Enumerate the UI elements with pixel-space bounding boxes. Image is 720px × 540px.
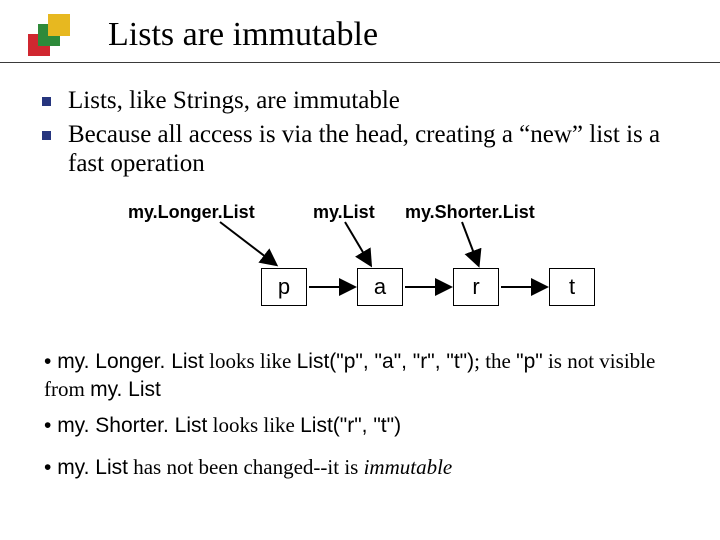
label-my-list: my.List bbox=[313, 202, 375, 223]
list-diagram: my.Longer.List my.List my.Shorter.List p… bbox=[0, 198, 720, 328]
bullet-square-icon bbox=[42, 131, 51, 140]
slide: Lists are immutable Lists, like Strings,… bbox=[0, 0, 720, 540]
bullet-item: Lists, like Strings, are immutable bbox=[34, 86, 682, 116]
plain-text: has not been changed--it is bbox=[128, 455, 364, 479]
title-underline bbox=[0, 62, 720, 63]
label-longer-list: my.Longer.List bbox=[128, 202, 255, 223]
note-line: • my. List has not been changed--it is i… bbox=[44, 454, 676, 482]
bullet-list: Lists, like Strings, are immutable Becau… bbox=[34, 86, 682, 183]
list-node: a bbox=[357, 268, 403, 306]
list-node: p bbox=[261, 268, 307, 306]
plain-text: looks like bbox=[207, 413, 300, 437]
code-text: my. List bbox=[57, 456, 128, 479]
slide-title: Lists are immutable bbox=[108, 16, 378, 54]
notes: • my. Longer. List looks like List("p", … bbox=[44, 348, 676, 490]
label-shorter-list: my.Shorter.List bbox=[405, 202, 535, 223]
code-text: my. Shorter. List bbox=[57, 414, 207, 437]
code-text: my. Longer. List bbox=[57, 350, 204, 373]
plain-text: looks like bbox=[204, 349, 297, 373]
bullet-dot: • bbox=[44, 350, 57, 373]
bullet-item: Because all access is via the head, crea… bbox=[34, 120, 682, 179]
list-node: t bbox=[549, 268, 595, 306]
bullet-dot: • bbox=[44, 414, 57, 437]
bullet-square-icon bbox=[42, 97, 51, 106]
code-text: my. List bbox=[90, 378, 161, 401]
italic-text: immutable bbox=[364, 455, 453, 479]
list-node: r bbox=[453, 268, 499, 306]
code-text: List("r", "t") bbox=[300, 414, 401, 437]
note-line: • my. Shorter. List looks like List("r",… bbox=[44, 412, 676, 440]
note-line: • my. Longer. List looks like List("p", … bbox=[44, 348, 676, 404]
plain-text: ; the bbox=[474, 349, 516, 373]
bullet-text: Because all access is via the head, crea… bbox=[68, 121, 660, 178]
bullet-text: Lists, like Strings, are immutable bbox=[68, 87, 400, 114]
code-text: "p" bbox=[516, 350, 543, 373]
code-text: List("p", "a", "r", "t") bbox=[297, 350, 475, 373]
bullet-dot: • bbox=[44, 456, 57, 479]
stacked-squares-icon bbox=[28, 12, 74, 58]
